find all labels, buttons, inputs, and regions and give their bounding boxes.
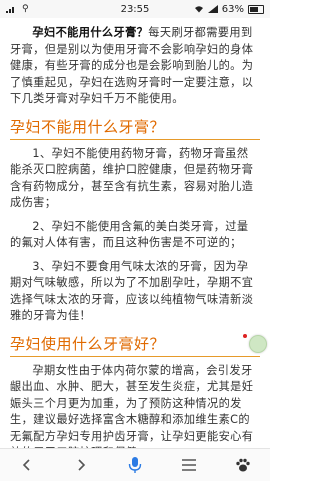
signal-icon: [6, 7, 14, 13]
voice-button[interactable]: [120, 450, 150, 480]
status-right: 63%: [194, 4, 270, 15]
intro-bold: 孕妇不能用什么牙膏？: [32, 26, 149, 39]
paragraph-1: 1、孕妇不能使用药物牙膏，药物牙膏虽然能杀灭口腔病菌，维护口腔健康，但是药物牙膏…: [10, 146, 254, 210]
article-content[interactable]: 孕妇不能用什么牙膏？每天刷牙都需要用到牙膏，但是别以为使用牙膏不会影响孕妇的身体…: [0, 18, 270, 448]
section-heading-1: 孕妇不能用什么牙膏？: [10, 117, 260, 140]
back-button[interactable]: [12, 450, 42, 480]
status-left: ⚲: [0, 4, 29, 14]
battery-icon: [248, 4, 264, 14]
paragraph-2: 2、孕妇不能使用含氟的美白类牙膏，过量的氟对人体有害，而且这种伤害是不可逆的；: [10, 219, 249, 250]
paragraph-4: 孕期女性由于体内荷尔蒙的增高，会引发牙龈出血、水肿、肥大，甚至发生炎症，尤其是妊…: [10, 363, 254, 449]
usb-icon: ⚲: [22, 4, 29, 14]
forward-button[interactable]: [66, 450, 96, 480]
section-heading-2: 孕妇使用什么牙膏好？: [10, 334, 260, 357]
notification-dot: [243, 334, 247, 338]
intro-paragraph: 孕妇不能用什么牙膏？每天刷牙都需要用到牙膏，但是别以为使用牙膏不会影响孕妇的身体…: [0, 25, 270, 108]
wifi-icon: [194, 6, 203, 13]
microphone-icon: [128, 457, 142, 473]
home-button[interactable]: [228, 450, 258, 480]
forward-arrow-icon: [78, 459, 86, 471]
battery-percent: 63%: [221, 3, 244, 15]
bottom-toolbar: [0, 448, 270, 481]
cell-signal-icon: [207, 5, 218, 13]
paw-icon: [236, 458, 250, 472]
back-arrow-icon: [22, 459, 30, 471]
status-bar: ⚲ 23:55 63%: [0, 0, 270, 18]
menu-button[interactable]: [174, 450, 204, 480]
menu-icon: [182, 459, 196, 471]
paragraph-3: 3、孕妇不要食用气味太浓的牙膏，因为孕期对气味敏感，所以为了不加剧孕吐，孕期不宜…: [10, 259, 254, 323]
floating-assistant-button[interactable]: [249, 335, 267, 353]
